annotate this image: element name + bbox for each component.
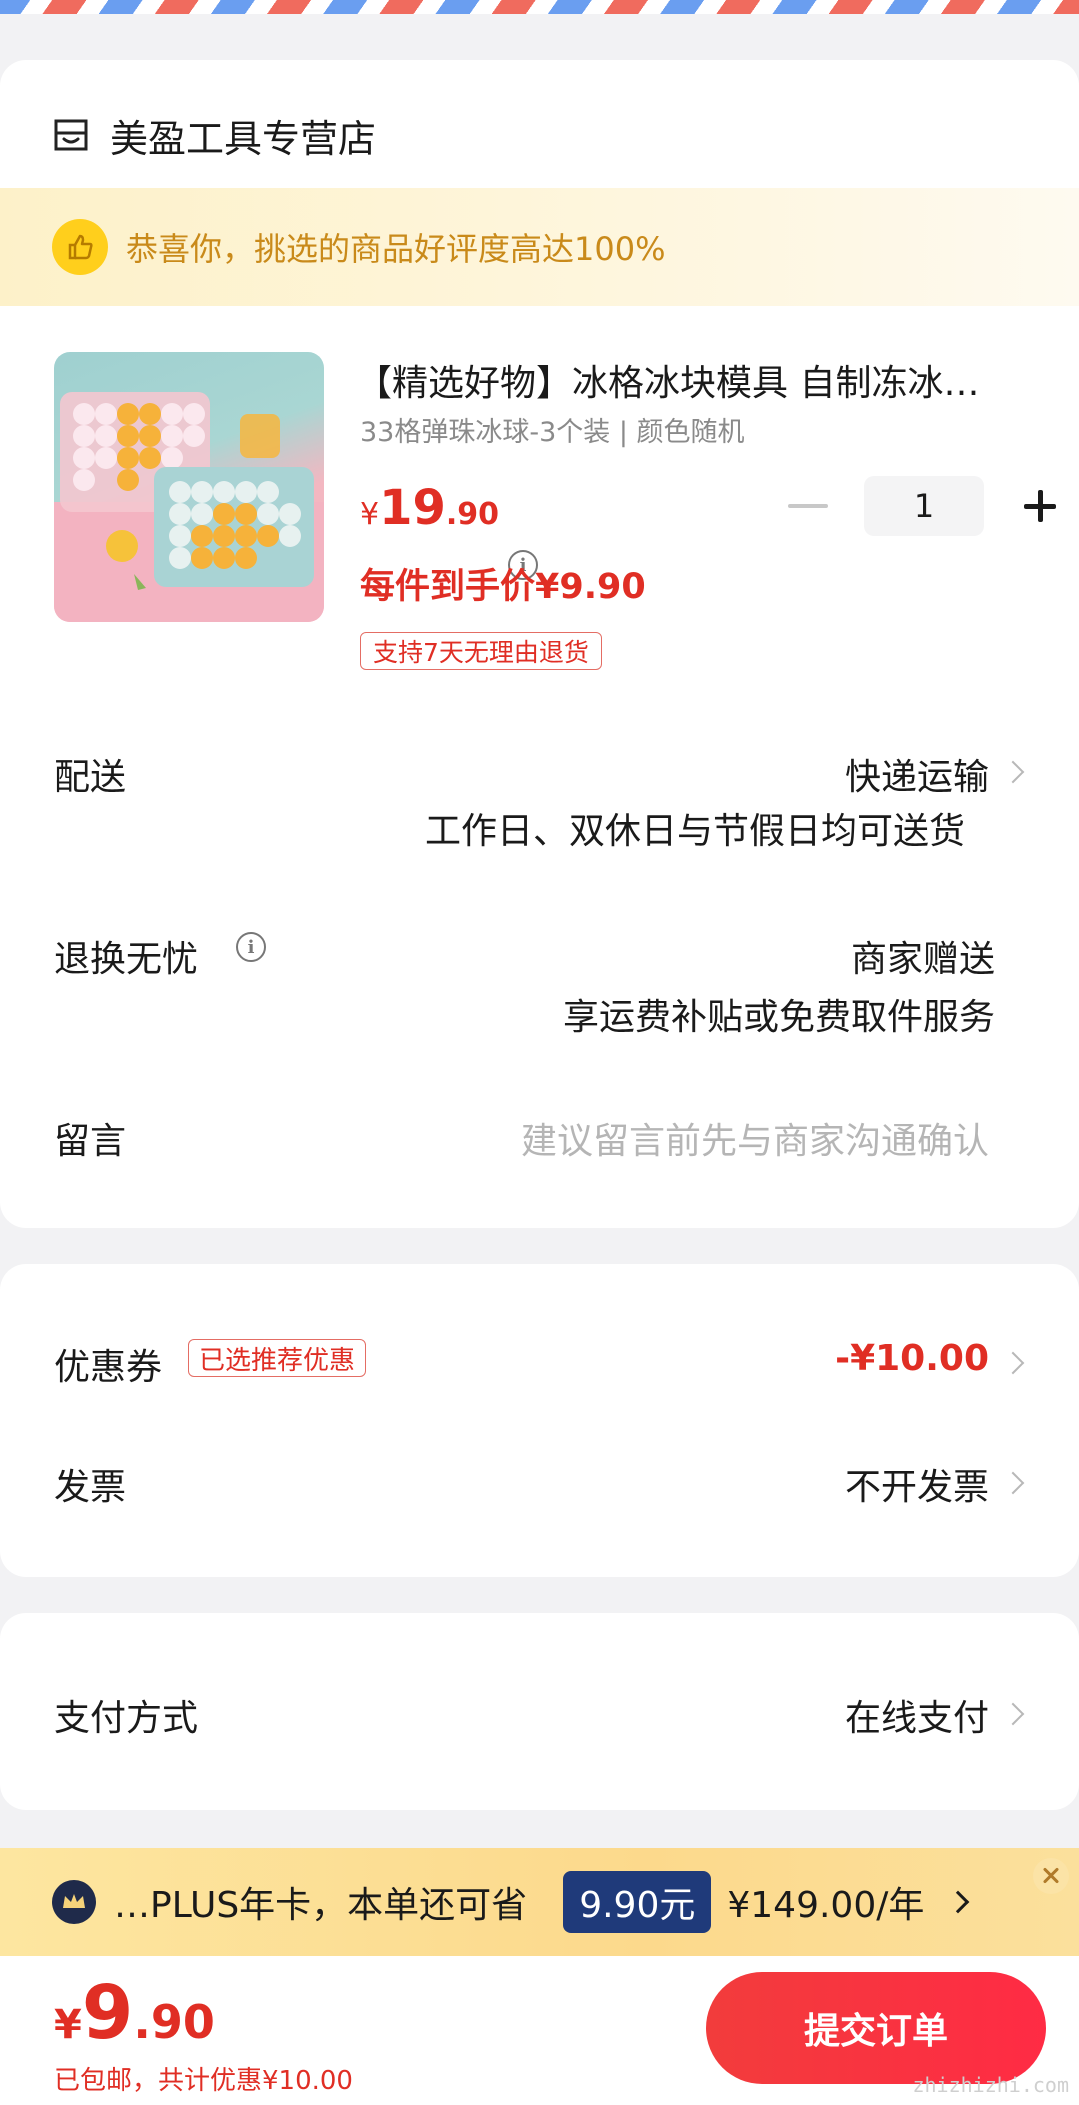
coupon-amount[interactable]: -¥10.00 — [835, 1338, 989, 1379]
invoice-label: 发票 — [54, 1467, 127, 1508]
payment-chevron-icon[interactable] — [1001, 1702, 1025, 1726]
store-header[interactable]: 美盈工具专营店 — [52, 100, 376, 170]
plus-price: ¥149.00/年 — [727, 1885, 925, 1926]
coupon-tag: 已选推荐优惠 — [188, 1339, 367, 1377]
price-currency: ¥ — [360, 497, 380, 532]
invoice-chevron-icon[interactable] — [1001, 1471, 1025, 1495]
total-price: ¥ 9 .90 — [54, 1970, 215, 2056]
message-label: 留言 — [54, 1121, 127, 1162]
coupon-label: 优惠券 — [54, 1347, 163, 1388]
worry-free-info-icon[interactable]: i — [236, 932, 266, 962]
message-input[interactable]: 建议留言前先与商家沟通确认 — [521, 1112, 989, 1164]
plus-icon[interactable] — [1024, 490, 1056, 522]
store-icon — [54, 119, 88, 151]
plus-text: …PLUS年卡，本单还可省 — [114, 1885, 528, 1926]
worry-free-label: 退换无忧 — [54, 939, 199, 980]
airmail-border-base — [0, 14, 1079, 26]
discount-card: 优惠券 已选推荐优惠 -¥10.00 发票 不开发票 — [0, 1264, 1079, 1577]
invoice-value[interactable]: 不开发票 — [845, 1458, 989, 1510]
praise-text: 恭喜你，挑选的商品好评度高达100% — [126, 230, 666, 268]
delivery-label: 配送 — [54, 757, 127, 798]
price-decimal: .90 — [445, 497, 500, 532]
submit-order-button[interactable]: 提交订单 — [706, 1972, 1046, 2084]
watermark: zhizhizhi.com — [912, 2073, 1069, 2097]
product-image[interactable] — [54, 352, 324, 622]
order-card: 美盈工具专营店 恭喜你，挑选的商品好评度高达100% 【精选好物】冰格冰块模具 … — [0, 60, 1079, 1228]
quantity-stepper: 1 — [788, 476, 1056, 536]
product-spec[interactable]: 33格弹珠冰球-3个装 | 颜色随机 — [360, 410, 745, 449]
plus-chevron-icon[interactable] — [947, 1890, 970, 1914]
close-icon[interactable] — [1033, 1858, 1069, 1894]
worry-free-note: 享运费补贴或免费取件服务 — [562, 997, 995, 1038]
plus-promo-bar[interactable]: …PLUS年卡，本单还可省 9.90元 ¥149.00/年 — [0, 1848, 1079, 1956]
payment-label: 支付方式 — [54, 1698, 199, 1739]
delivery-chevron-icon[interactable] — [1001, 760, 1025, 784]
coupon-chevron-icon[interactable] — [1001, 1351, 1025, 1375]
plus-crown-icon — [52, 1880, 96, 1924]
praise-banner: 恭喜你，挑选的商品好评度高达100% — [0, 188, 1079, 306]
delivery-note: 工作日、双休日与节假日均可送货 — [424, 811, 965, 852]
checkout-bar: ¥ 9 .90 已包邮，共计优惠¥10.00 提交订单 zhizhizhi.co… — [0, 1956, 1079, 2105]
minus-icon[interactable] — [788, 504, 828, 508]
quantity-input[interactable]: 1 — [864, 476, 984, 536]
total-decimal: .90 — [133, 1995, 215, 2049]
total-currency: ¥ — [54, 2002, 82, 2048]
payment-card: 支付方式 在线支付 — [0, 1613, 1079, 1810]
order-summary: 已包邮，共计优惠¥10.00 — [54, 2066, 353, 2096]
product-price: ¥ 19 .90 — [360, 480, 499, 536]
plus-save-badge: 9.90元 — [563, 1871, 712, 1933]
price-integer: 19 — [379, 480, 446, 536]
worry-free-value: 商家赠送 — [850, 939, 995, 980]
deal-price: 每件到手价¥9.90 — [360, 567, 646, 607]
return-policy-tag: 支持7天无理由退货 — [360, 632, 602, 670]
payment-value[interactable]: 在线支付 — [845, 1689, 989, 1741]
total-integer: 9 — [81, 1970, 134, 2056]
delivery-method[interactable]: 快递运输 — [845, 748, 989, 800]
store-name: 美盈工具专营店 — [110, 116, 377, 161]
product-title[interactable]: 【精选好物】冰格冰块模具 自制冻冰块冰球神器冻冰格 — [356, 354, 1006, 406]
thumbs-up-icon — [52, 219, 108, 275]
